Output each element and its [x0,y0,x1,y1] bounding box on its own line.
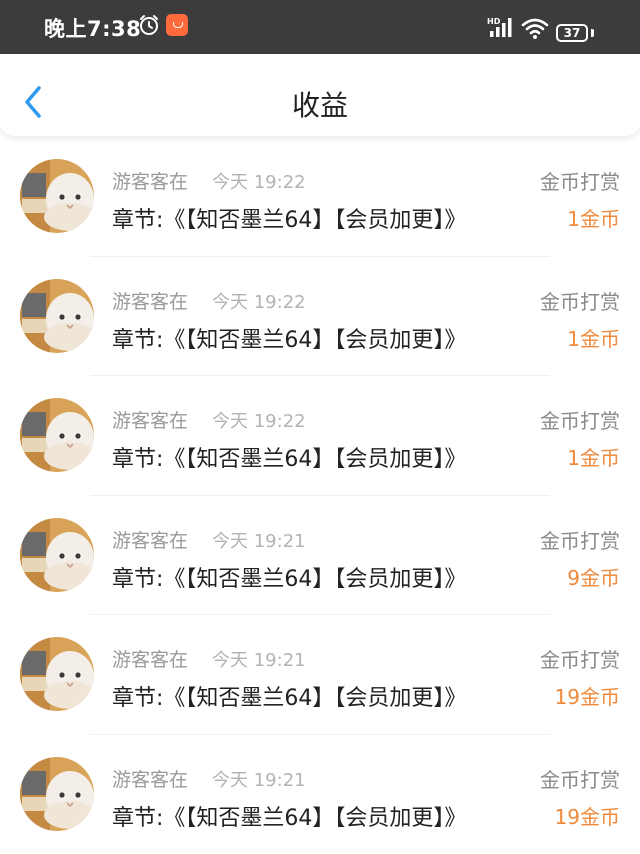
wifi-icon [521,16,549,40]
timestamp: 今天 19:21 [212,646,306,672]
timestamp: 今天 19:22 [212,288,306,314]
list-item[interactable]: 游客客在 今天 19:21 章节:《【知否墨兰64】【会员加更】》 金币打赏 9… [0,496,640,616]
avatar [20,518,94,592]
timestamp: 今天 19:22 [212,407,306,433]
list-item[interactable]: 游客客在 今天 19:22 章节:《【知否墨兰64】【会员加更】》 金币打赏 1… [0,376,640,496]
timestamp: 今天 19:21 [212,766,306,792]
username: 游客客在 [112,287,188,314]
battery-tip [591,29,594,37]
reward-type: 金币打赏 [540,405,620,434]
earnings-list: 游客客在 今天 19:22 章节:《【知否墨兰64】【会员加更】》 金币打赏 1… [0,137,640,854]
reward-type: 金币打赏 [540,166,620,195]
reward-type: 金币打赏 [540,644,620,673]
list-item[interactable]: 游客客在 今天 19:21 章节:《【知否墨兰64】【会员加更】》 金币打赏 1… [0,615,640,735]
list-item[interactable]: 游客客在 今天 19:22 章节:《【知否墨兰64】【会员加更】》 金币打赏 1… [0,137,640,257]
battery-level: 37 [556,24,588,42]
username: 游客客在 [112,167,188,194]
app-notification-icon [166,14,188,36]
username: 游客客在 [112,765,188,792]
reward-amount: 1金币 [567,203,620,232]
alarm-icon [138,14,160,36]
username: 游客客在 [112,526,188,553]
chapter-title: 章节:《【知否墨兰64】【会员加更】》 [112,800,466,832]
status-time: 晚上7:38 [44,13,141,43]
username: 游客客在 [112,645,188,672]
avatar [20,159,94,233]
reward-amount: 19金币 [555,681,620,710]
chapter-title: 章节:《【知否墨兰64】【会员加更】》 [112,441,466,473]
list-item[interactable]: 游客客在 今天 19:22 章节:《【知否墨兰64】【会员加更】》 金币打赏 1… [0,257,640,377]
reward-type: 金币打赏 [540,764,620,793]
avatar [20,398,94,472]
reward-amount: 9金币 [567,562,620,591]
avatar [20,279,94,353]
chapter-title: 章节:《【知否墨兰64】【会员加更】》 [112,322,466,354]
timestamp: 今天 19:22 [212,168,306,194]
chapter-title: 章节:《【知否墨兰64】【会员加更】》 [112,202,466,234]
page-title: 收益 [0,84,640,124]
timestamp: 今天 19:21 [212,527,306,553]
username: 游客客在 [112,406,188,433]
avatar [20,757,94,831]
signal-icon [488,14,514,40]
reward-amount: 19金币 [555,801,620,830]
chapter-title: 章节:《【知否墨兰64】【会员加更】》 [112,680,466,712]
reward-amount: 1金币 [567,323,620,352]
reward-amount: 1金币 [567,442,620,471]
list-item[interactable]: 游客客在 今天 19:21 章节:《【知否墨兰64】【会员加更】》 金币打赏 1… [0,735,640,854]
status-bar: 晚上7:38 HD 37 [0,0,640,54]
reward-type: 金币打赏 [540,286,620,315]
nav-bar: 收益 [0,54,640,136]
chapter-title: 章节:《【知否墨兰64】【会员加更】》 [112,561,466,593]
reward-type: 金币打赏 [540,525,620,554]
avatar [20,637,94,711]
